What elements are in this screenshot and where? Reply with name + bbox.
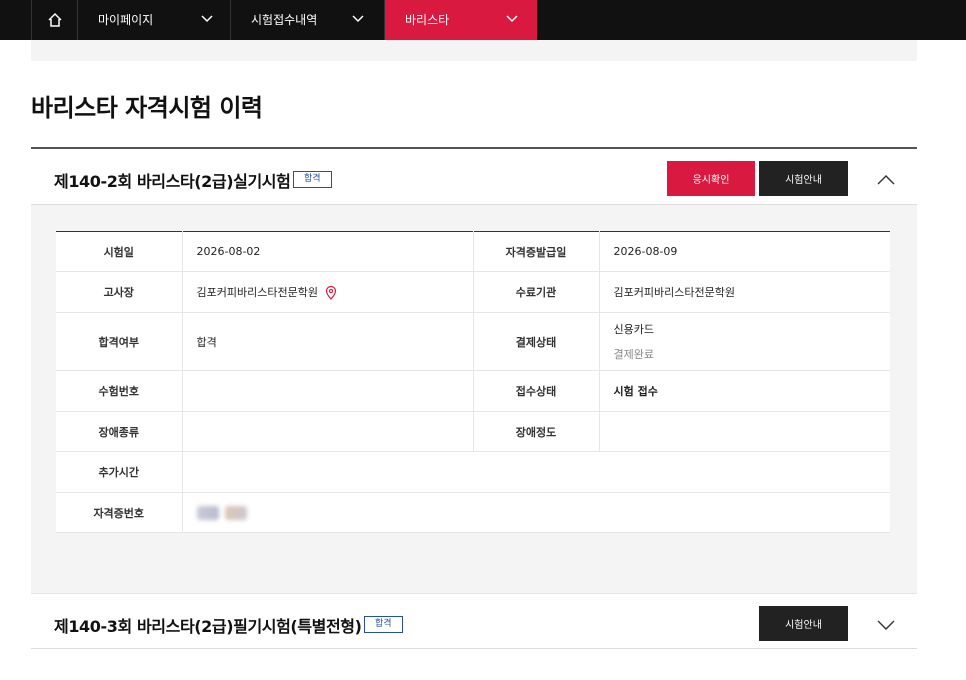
exam-info-button[interactable]: 시험안내	[759, 161, 848, 196]
gray-strip	[31, 40, 917, 61]
payment-status: 결제완료	[613, 348, 654, 361]
nav-mypage[interactable]: 마이페이지	[78, 0, 231, 40]
table-row: 합격여부 합격 결제상태 신용카드 결제완료	[56, 312, 890, 371]
cell-label: 장애정도	[472, 411, 600, 452]
home-button[interactable]	[31, 0, 78, 40]
payment-method: 신용카드	[613, 323, 654, 336]
cell-label: 합격여부	[56, 312, 183, 371]
cell-label: 결제상태	[472, 312, 600, 371]
cell-label: 수료기관	[472, 271, 600, 313]
exam-info-table: 시험일 2026-08-02 자격증발급일 2026-08-09 고사장 김포커…	[56, 231, 890, 533]
top-navigation: 마이페이지 시험접수내역 바리스타	[0, 0, 966, 40]
cell-label: 자격증발급일	[472, 231, 600, 272]
page-title: 바리스타 자격시험 이력	[31, 94, 263, 122]
table-row: 장애종류 장애정도	[56, 411, 890, 452]
chevron-down-icon	[352, 15, 364, 23]
nav-barista-label: 바리스타	[405, 13, 450, 27]
status-badge: 합격	[364, 616, 403, 633]
cell-label: 고사장	[56, 271, 183, 313]
exam-info-button[interactable]: 시험안내	[759, 606, 848, 641]
exam-detail-panel: 시험일 2026-08-02 자격증발급일 2026-08-09 고사장 김포커…	[31, 205, 917, 593]
exam-confirm-button[interactable]: 응시확인	[667, 161, 755, 196]
payment-cell: 신용카드 결제완료	[599, 312, 890, 371]
nav-exam-history[interactable]: 시험접수내역	[231, 0, 385, 40]
cell-label: 접수상태	[472, 370, 600, 412]
cell-label: 장애종류	[56, 411, 183, 452]
nav-mypage-label: 마이페이지	[98, 13, 154, 27]
table-row: 추가시간	[56, 451, 890, 493]
table-row: 자격증번호	[56, 492, 890, 533]
cell-label: 수험번호	[56, 370, 183, 412]
reception-value: 시험 접수	[599, 370, 890, 412]
map-pin-icon[interactable]	[325, 285, 337, 300]
exam-section-header: 제140-2회 바리스타(2급)실기시험 합격 응시확인 시험안내	[31, 149, 917, 205]
chevron-down-icon	[201, 15, 213, 23]
table-row: 시험일 2026-08-02 자격증발급일 2026-08-09	[56, 231, 890, 272]
pass-value: 합격	[182, 312, 473, 371]
exam-title: 제140-2회 바리스타(2급)실기시험	[54, 172, 291, 191]
cell-label: 자격증번호	[56, 492, 183, 533]
venue-value: 김포커피바리스타전문학원	[196, 286, 318, 299]
exam-date-value: 2026-08-02	[182, 231, 473, 272]
disability-type-value	[182, 411, 473, 452]
nav-exam-history-label: 시험접수내역	[251, 13, 318, 27]
status-badge: 합격	[293, 171, 332, 188]
table-row: 고사장 김포커피바리스타전문학원 수료기관 김포커피바리스타전문학원	[56, 271, 890, 313]
cert-issue-value: 2026-08-09	[599, 231, 890, 272]
venue-cell: 김포커피바리스타전문학원	[182, 271, 473, 313]
extra-time-value	[182, 451, 890, 493]
table-row: 수험번호 접수상태 시험 접수	[56, 370, 890, 412]
redacted-block	[196, 505, 219, 520]
disability-level-value	[599, 411, 890, 452]
chevron-down-icon	[506, 15, 518, 23]
home-icon	[47, 12, 62, 27]
chevron-down-icon[interactable]	[875, 618, 897, 632]
cell-label: 추가시간	[56, 451, 183, 493]
redacted-block	[224, 505, 247, 520]
examinee-value	[182, 370, 473, 412]
chevron-up-icon[interactable]	[875, 173, 897, 187]
exam-section-header: 제140-3회 바리스타(2급)필기시험(특별전형) 합격 시험안내	[31, 593, 917, 649]
cell-label: 시험일	[56, 231, 183, 272]
nav-barista[interactable]: 바리스타	[385, 0, 537, 40]
cert-no-value	[182, 492, 890, 533]
institution-value: 김포커피바리스타전문학원	[599, 271, 890, 313]
exam-title: 제140-3회 바리스타(2급)필기시험(특별전형)	[54, 617, 362, 636]
